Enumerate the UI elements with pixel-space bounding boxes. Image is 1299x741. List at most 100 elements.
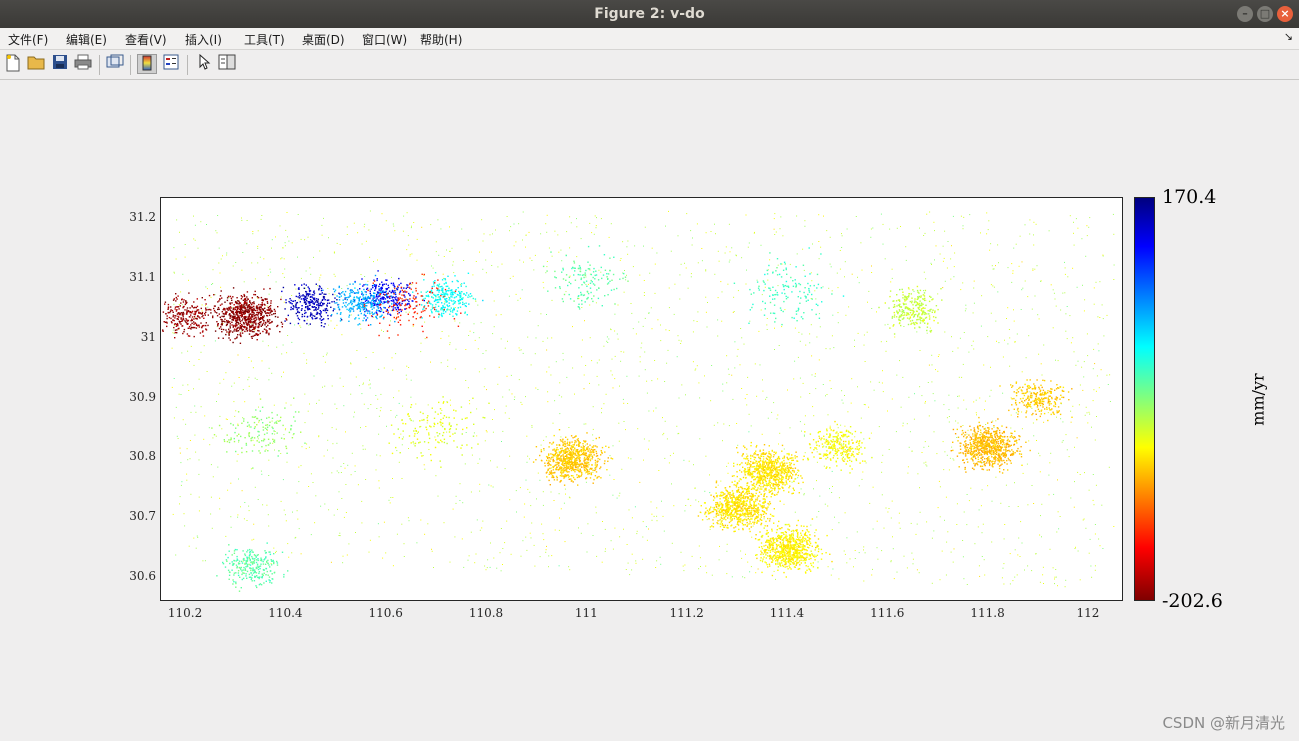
scatter-point [972, 312, 974, 314]
scatter-point [829, 236, 831, 238]
scatter-point [694, 487, 696, 489]
scatter-point [433, 316, 435, 318]
scatter-point [539, 479, 541, 481]
scatter-point [237, 514, 239, 516]
scatter-point [193, 537, 195, 539]
scatter-point [269, 322, 272, 324]
scatter-point [466, 417, 468, 419]
scatter-point [213, 309, 216, 312]
scatter-point [242, 252, 244, 253]
scatter-point [531, 426, 533, 428]
scatter-point [367, 280, 369, 282]
property-editor-icon[interactable] [217, 54, 237, 74]
scatter-point [222, 337, 224, 339]
minimize-icon[interactable]: – [1237, 6, 1253, 22]
scatter-point [360, 427, 361, 429]
scatter-point [488, 484, 490, 486]
menu-view[interactable]: 查看(V) [125, 31, 167, 48]
scatter-point [881, 494, 883, 496]
scatter-point [265, 449, 267, 451]
scatter-point [242, 572, 244, 574]
scatter-point [840, 424, 842, 426]
scatter-point [673, 505, 675, 507]
open-file-icon[interactable] [26, 54, 46, 74]
scatter-point [740, 550, 742, 552]
scatter-point [273, 562, 275, 565]
scatter-point [242, 577, 245, 580]
scatter-point [282, 479, 284, 481]
colorbar-icon[interactable] [137, 54, 157, 74]
scatter-point [266, 417, 268, 419]
scatter-point [819, 495, 821, 497]
scatter-point [306, 319, 308, 321]
print-icon[interactable] [73, 54, 93, 74]
scatter-point [283, 573, 285, 576]
menu-tools[interactable]: 工具(T) [244, 31, 285, 48]
menu-help[interactable]: 帮助(H) [420, 31, 462, 48]
menu-overflow-icon[interactable]: ↘ [1284, 30, 1293, 43]
menu-insert[interactable]: 插入(I) [185, 31, 222, 48]
legend-icon[interactable] [161, 54, 181, 74]
scatter-point [444, 428, 446, 431]
scatter-point [561, 396, 563, 398]
scatter-point [900, 226, 901, 227]
scatter-point [490, 542, 491, 544]
scatter-point [370, 315, 373, 317]
scatter-point [601, 412, 602, 414]
menu-desktop[interactable]: 桌面(D) [302, 31, 345, 48]
scatter-point [340, 312, 342, 314]
menu-file[interactable]: 文件(F) [8, 31, 48, 48]
scatter-point [183, 328, 186, 331]
scatter-point [968, 351, 970, 353]
menu-edit[interactable]: 编辑(E) [66, 31, 107, 48]
scatter-point [430, 361, 431, 363]
scatter-point [336, 312, 338, 315]
scatter-point [746, 453, 748, 455]
scatter-point [301, 446, 303, 448]
scatter-point [864, 404, 866, 406]
scatter-point [230, 330, 232, 332]
scatter-point [266, 330, 268, 332]
scatter-point [443, 303, 446, 305]
new-figure-icon[interactable] [3, 54, 23, 74]
scatter-point [188, 335, 191, 337]
scatter-point [320, 505, 322, 507]
scatter-point [265, 444, 267, 447]
scatter-point [592, 406, 594, 408]
scatter-point [261, 360, 263, 362]
scatter-point [1083, 518, 1085, 520]
scatter-point [182, 419, 184, 421]
scatter-point [397, 321, 400, 323]
scatter-point [942, 260, 944, 262]
scatter-point [829, 263, 831, 265]
scatter-point [404, 290, 406, 292]
scatter-point [802, 382, 804, 384]
scatter-point [250, 360, 252, 362]
scatter-point [436, 301, 439, 304]
save-icon[interactable] [50, 54, 70, 74]
scatter-point [1021, 542, 1023, 544]
scatter-point [204, 560, 206, 562]
scatter-point [417, 431, 419, 433]
scatter-point [1075, 546, 1076, 548]
scatter-point [363, 403, 365, 405]
maximize-icon[interactable]: □ [1257, 6, 1273, 22]
pointer-icon[interactable] [194, 53, 214, 74]
scatter-point [1009, 553, 1011, 555]
scatter-point [570, 222, 572, 224]
scatter-point [319, 250, 321, 252]
link-plot-icon[interactable] [105, 54, 125, 74]
scatter-point [186, 312, 188, 314]
scatter-point [639, 361, 641, 363]
scatter-point [267, 324, 269, 327]
scatter-point [533, 544, 535, 546]
scatter-point [440, 289, 443, 292]
plot-area[interactable] [160, 197, 1123, 601]
close-icon[interactable]: × [1277, 6, 1293, 22]
scatter-point [662, 515, 664, 517]
scatter-point [410, 442, 412, 444]
scatter-point [357, 292, 359, 294]
scatter-point [569, 247, 571, 249]
scatter-point [193, 364, 195, 366]
menu-window[interactable]: 窗口(W) [362, 31, 407, 48]
